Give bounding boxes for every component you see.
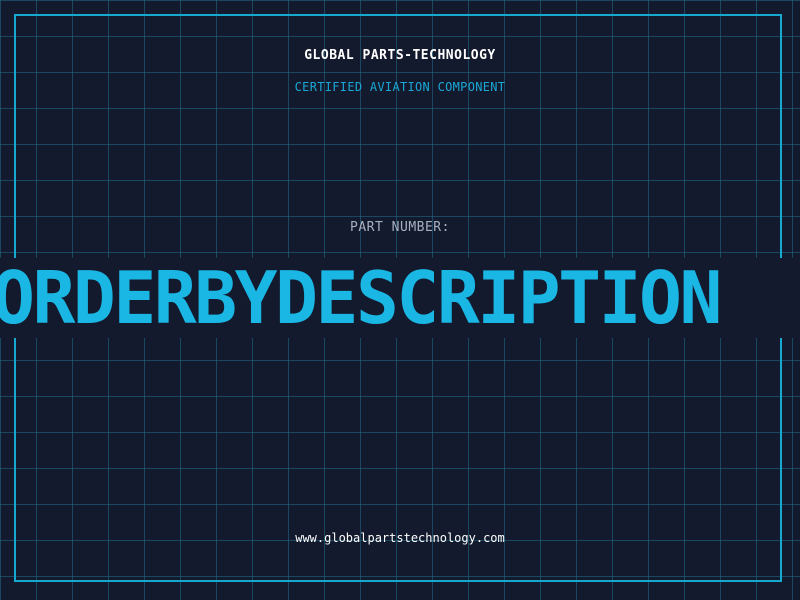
part-number-value: ORDERBYDESCRIPTION bbox=[0, 258, 722, 338]
certification-subtitle: CERTIFIED AVIATION COMPONENT bbox=[294, 80, 506, 94]
brand-name: GLOBAL PARTS-TECHNOLOGY bbox=[304, 48, 496, 63]
parts-label-card: GLOBAL PARTS-TECHNOLOGY CERTIFIED AVIATI… bbox=[0, 0, 800, 600]
part-number-label: PART NUMBER: bbox=[350, 220, 450, 235]
part-number-band: ORDERBYDESCRIPTION bbox=[0, 258, 800, 338]
website-url: www.globalpartstechnology.com bbox=[295, 531, 505, 545]
